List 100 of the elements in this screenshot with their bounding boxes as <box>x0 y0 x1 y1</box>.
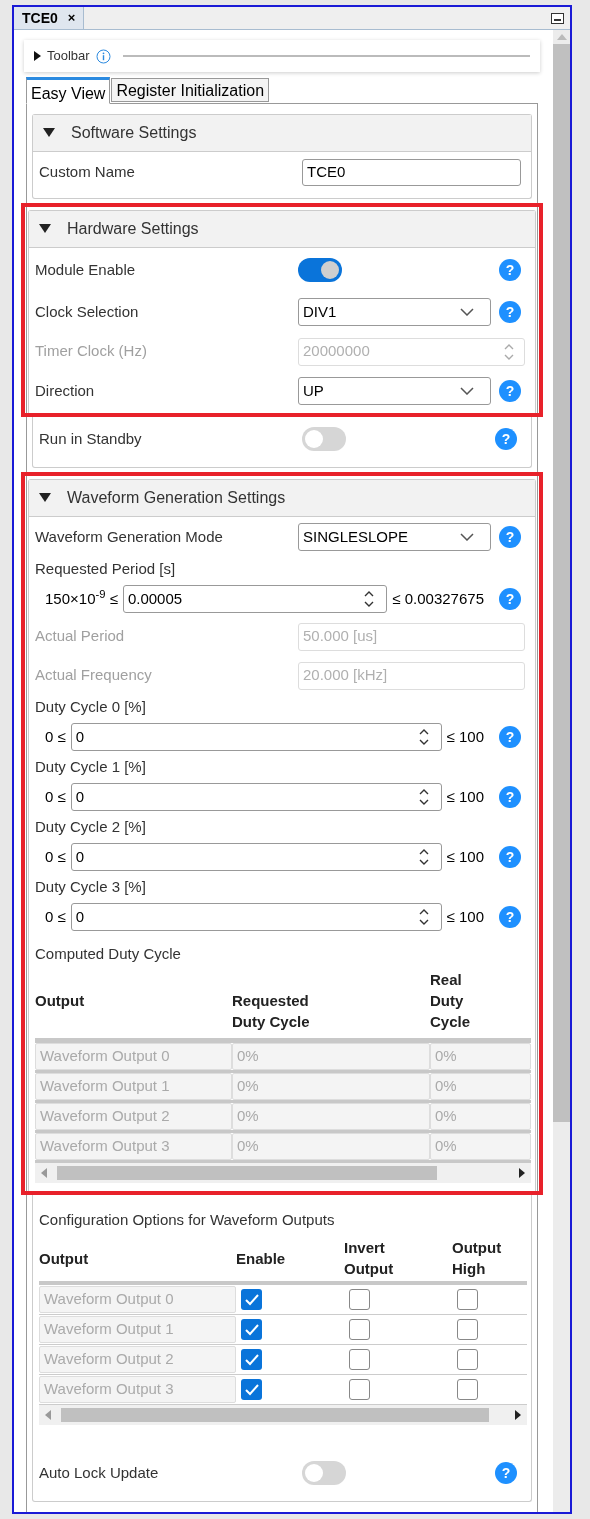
checkbox[interactable] <box>349 1349 370 1370</box>
checkbox[interactable] <box>457 1349 478 1370</box>
horizontal-scrollbar[interactable] <box>35 1163 531 1183</box>
maximum-bound: ≤ 100 <box>446 786 484 807</box>
triangle-down-icon <box>39 493 51 503</box>
table-cell: 0% <box>430 1133 531 1160</box>
table-cell: 0% <box>430 1073 531 1100</box>
minimum-bound: 0 ≤ <box>45 786 66 807</box>
table-cell: 0% <box>430 1103 531 1130</box>
table-cell: 0% <box>232 1043 430 1070</box>
chevron-down-icon <box>460 387 474 395</box>
minimize-icon[interactable] <box>551 12 564 24</box>
left-arrow-icon[interactable] <box>45 1410 51 1420</box>
checkbox[interactable] <box>349 1319 370 1340</box>
toolbar-bar[interactable]: Toolbar <box>24 40 540 72</box>
number-field[interactable]: 0 <box>70 723 442 751</box>
table-cell: 0% <box>232 1073 430 1100</box>
field-label: Direction <box>35 380 96 401</box>
section-header[interactable]: Software Settings <box>33 115 531 152</box>
table-cell: 0% <box>430 1043 531 1070</box>
view-tab[interactable]: Easy View <box>26 77 111 104</box>
field-label: Requested Period [s] <box>35 559 177 579</box>
checkbox[interactable] <box>241 1379 262 1400</box>
dropdown[interactable]: SINGLESLOPE <box>298 523 491 551</box>
section-header[interactable]: Waveform Generation Settings <box>29 480 535 517</box>
spinner-arrows-icon <box>504 342 514 361</box>
close-icon[interactable]: × <box>67 8 76 28</box>
toggle-switch[interactable] <box>298 258 342 282</box>
table-cell: Waveform Output 0 <box>35 1043 232 1070</box>
spinner-arrows-icon <box>418 908 429 926</box>
right-arrow-icon[interactable] <box>519 1168 525 1178</box>
field-label: Module Enable <box>35 259 137 280</box>
dropdown[interactable]: DIV1 <box>298 298 491 326</box>
spinner-arrows-icon <box>418 728 429 746</box>
table-cell: Waveform Output 3 <box>39 1376 236 1403</box>
column-header: Output <box>39 1248 90 1269</box>
column-header: Real Duty Cycle <box>430 970 472 1032</box>
chevron-down-icon <box>460 533 474 541</box>
field-label: Run in Standby <box>39 428 143 449</box>
number-field[interactable]: 0 <box>70 843 442 871</box>
spinner-arrows-icon <box>418 848 429 866</box>
field-label: Timer Clock (Hz) <box>35 341 148 362</box>
info-icon[interactable] <box>95 48 111 64</box>
triangle-down-icon <box>39 224 51 234</box>
checkbox[interactable] <box>241 1319 262 1340</box>
table-caption: Computed Duty Cycle <box>35 944 182 964</box>
column-header: Output <box>35 991 86 1011</box>
minimum-bound: 0 ≤ <box>45 846 66 867</box>
field-label: Clock Selection <box>35 301 140 322</box>
horizontal-scrollbar[interactable] <box>39 1405 527 1425</box>
view-tab[interactable]: Register Initialization <box>111 78 270 102</box>
spinner-arrows-icon <box>364 590 375 608</box>
field-label: Custom Name <box>39 161 136 182</box>
column-header: Requested Duty Cycle <box>232 991 311 1032</box>
maximum-bound: ≤ 100 <box>446 726 484 747</box>
left-arrow-icon[interactable] <box>41 1168 47 1178</box>
checkbox[interactable] <box>241 1349 262 1370</box>
minimum-bound: 0 ≤ <box>45 906 66 927</box>
field-label: Duty Cycle 0 [%] <box>35 697 147 717</box>
text-field[interactable]: TCE0 <box>302 158 521 186</box>
toggle-switch[interactable] <box>302 427 346 451</box>
field-label: Duty Cycle 2 [%] <box>35 817 147 837</box>
field-label: Auto Lock Update <box>39 1462 160 1483</box>
panel-tab[interactable]: TCE0 × <box>14 7 85 29</box>
readonly-field: 50.000 [us] <box>298 622 525 651</box>
field-label: Actual Frequency <box>35 665 153 686</box>
vertical-scrollbar[interactable] <box>553 30 570 1512</box>
table-cell: Waveform Output 2 <box>39 1346 236 1373</box>
number-field[interactable]: 0.00005 <box>122 585 388 613</box>
table-cell: Waveform Output 2 <box>35 1103 232 1130</box>
field-label: Actual Period <box>35 626 126 647</box>
chevron-down-icon <box>460 308 474 316</box>
checkbox[interactable] <box>457 1319 478 1340</box>
dropdown[interactable]: UP <box>298 377 491 405</box>
right-arrow-icon[interactable] <box>515 1410 521 1420</box>
field-label: Duty Cycle 1 [%] <box>35 757 147 777</box>
table-cell: Waveform Output 3 <box>35 1133 232 1160</box>
field-label: Duty Cycle 3 [%] <box>35 877 147 897</box>
readonly-field: 20.000 [kHz] <box>298 661 525 690</box>
table-caption: Configuration Options for Waveform Outputs <box>39 1210 336 1230</box>
minimum-bound: 150×10$^{-9}$ ≤ <box>45 587 118 609</box>
maximum-bound: ≤ 100 <box>446 906 484 927</box>
table-cell: Waveform Output 0 <box>39 1286 236 1313</box>
table-cell: 0% <box>232 1103 430 1130</box>
column-header: Output High <box>452 1238 503 1279</box>
maximum-bound: ≤ 100 <box>446 846 484 867</box>
checkbox[interactable] <box>349 1379 370 1400</box>
checkbox[interactable] <box>349 1289 370 1310</box>
field-label: Waveform Generation Mode <box>35 526 224 547</box>
maximum-bound: ≤ 0.00327675 <box>392 588 484 609</box>
number-field[interactable]: 0 <box>70 903 442 931</box>
checkbox[interactable] <box>457 1379 478 1400</box>
spinner-arrows-icon <box>418 788 429 806</box>
checkbox[interactable] <box>241 1289 262 1310</box>
checkbox[interactable] <box>457 1289 478 1310</box>
table-cell: Waveform Output 1 <box>39 1316 236 1343</box>
toggle-switch[interactable] <box>302 1461 346 1485</box>
section-header[interactable]: Hardware Settings <box>29 211 535 248</box>
number-field[interactable]: 0 <box>70 783 442 811</box>
minimum-bound: 0 ≤ <box>45 726 66 747</box>
